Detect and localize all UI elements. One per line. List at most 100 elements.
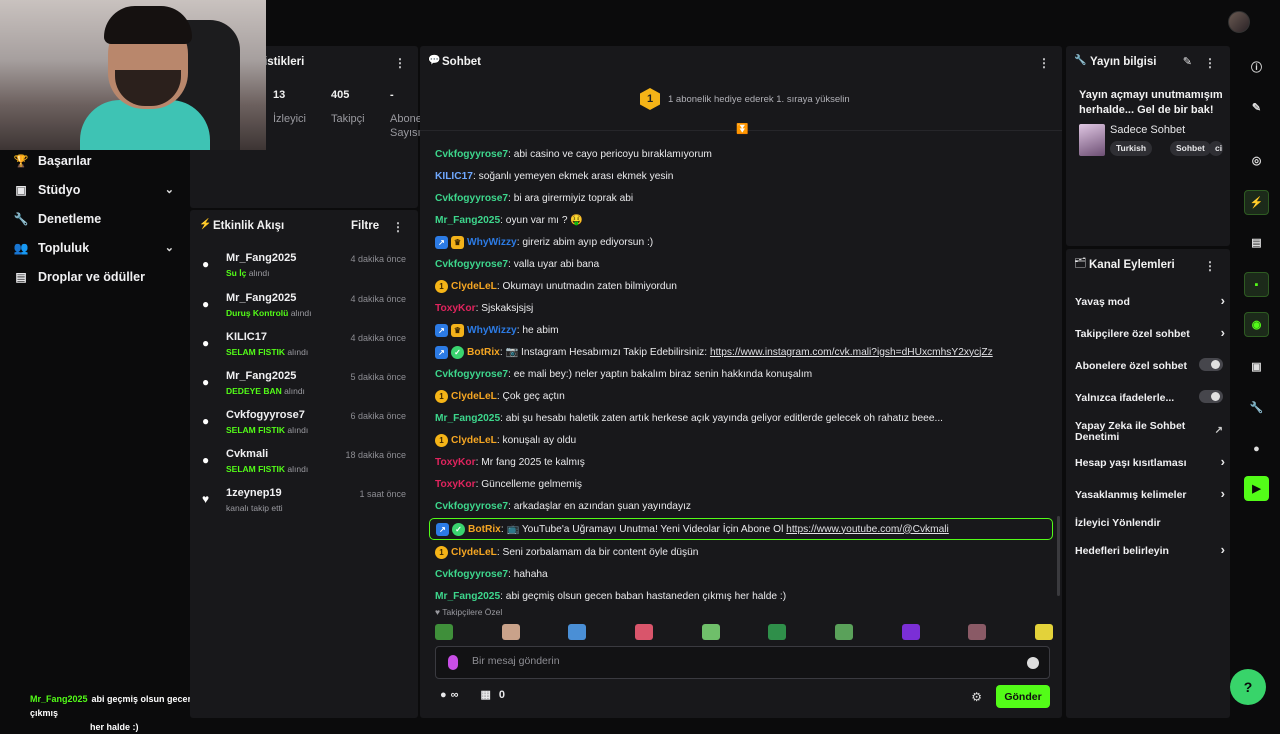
- chat-message[interactable]: ToxyKor: Sjskaksjsjsj: [435, 300, 533, 316]
- chat-username[interactable]: ClydeLeL: [451, 281, 497, 292]
- channel-actions-icon[interactable]: ▣: [1244, 354, 1269, 379]
- subscribers-only-toggle[interactable]: [1199, 358, 1223, 371]
- broadcast-icon[interactable]: ◉: [1244, 312, 1269, 337]
- chat-bubble-icon[interactable]: ▪: [1244, 272, 1269, 297]
- nav-item-community[interactable]: 👥 Topluluk ⌄: [0, 233, 188, 262]
- stream-category[interactable]: Sadece Sohbet: [1110, 124, 1185, 136]
- chat-username[interactable]: KILIC17: [435, 171, 473, 182]
- more-menu-icon[interactable]: ⋮: [1204, 259, 1216, 273]
- chat-username[interactable]: WhyWizzy: [467, 325, 517, 336]
- action-subscribers-only[interactable]: Abonelere özel sohbet: [1075, 358, 1225, 372]
- chat-message[interactable]: ↗ ♛ WhyWizzy: he abim: [435, 322, 559, 338]
- chat-message[interactable]: Cvkfogyyrose7: abi casino ve cayo perico…: [435, 146, 712, 162]
- chat-username[interactable]: BotRix: [467, 347, 500, 358]
- chat-message[interactable]: Mr_Fang2025: oyun var mı ? 🤑: [435, 212, 583, 228]
- emote-icon[interactable]: [501, 624, 520, 640]
- chat-username[interactable]: Cvkfogyyrose7: [435, 193, 508, 204]
- more-menu-icon[interactable]: ⋮: [1038, 56, 1050, 70]
- nav-item-achievements[interactable]: 🏆 Başarılar: [0, 146, 188, 175]
- chat-username[interactable]: Mr_Fang2025: [435, 215, 500, 226]
- more-menu-icon[interactable]: ⋮: [394, 56, 406, 70]
- chat-username[interactable]: Mr_Fang2025: [435, 413, 500, 424]
- chat-username[interactable]: Mr_Fang2025: [435, 591, 500, 602]
- scroll-to-bottom-icon[interactable]: ⏬: [736, 124, 748, 135]
- emote-icon[interactable]: [568, 624, 587, 640]
- chat-username[interactable]: WhyWizzy: [467, 237, 517, 248]
- chat-message[interactable]: Cvkfogyyrose7: hahaha: [435, 566, 548, 582]
- chat-message[interactable]: ToxyKor: Güncelleme gelmemiş: [435, 476, 582, 492]
- emote-icon[interactable]: [834, 624, 853, 640]
- chat-username[interactable]: BotRix: [468, 524, 501, 535]
- gear-icon[interactable]: ⚙: [971, 690, 982, 704]
- pinned-message[interactable]: 11 abonelik hediye ederek 1. sıraya yüks…: [640, 88, 850, 110]
- chat-username[interactable]: ClydeLeL: [451, 547, 497, 558]
- chat-username[interactable]: ToxyKor: [435, 457, 476, 468]
- edit-icon[interactable]: ✎: [1183, 55, 1192, 68]
- emote-icon[interactable]: [435, 624, 453, 640]
- chat-message[interactable]: 1 ClydeLeL: konuşalı ay oldu: [435, 432, 576, 448]
- microphone-icon[interactable]: [448, 655, 458, 670]
- wrench-icon[interactable]: 🔧: [1244, 395, 1269, 420]
- chat-username[interactable]: Cvkfogyyrose7: [435, 569, 508, 580]
- nav-item-studio[interactable]: ▣ Stüdyo ⌄: [0, 175, 188, 204]
- more-menu-icon[interactable]: ⋮: [1204, 56, 1216, 70]
- emote-icon[interactable]: [768, 624, 787, 640]
- nav-item-drops[interactable]: ▤ Droplar ve ödüller: [0, 262, 188, 291]
- chat-username[interactable]: ToxyKor: [435, 479, 476, 490]
- action-emotes-only[interactable]: Yalnızca ifadelerle...: [1075, 390, 1225, 404]
- emote-icon[interactable]: [1034, 624, 1053, 640]
- chat-message[interactable]: Cvkfogyyrose7: valla uyar abi bana: [435, 256, 599, 272]
- emote-icon[interactable]: [901, 624, 920, 640]
- lightning-icon[interactable]: ⚡: [1244, 190, 1269, 215]
- chat-username[interactable]: ToxyKor: [435, 303, 476, 314]
- action-account-age[interactable]: Hesap yaşı kısıtlaması ›: [1075, 455, 1225, 469]
- action-ai-moderation[interactable]: Yapay Zeka ile Sohbet Denetimi ↗: [1075, 421, 1223, 443]
- message-input[interactable]: [472, 655, 992, 667]
- chat-username[interactable]: Cvkfogyyrose7: [435, 149, 508, 160]
- action-host-viewers[interactable]: İzleyici Yönlendir: [1075, 518, 1225, 529]
- tag[interactable]: Turkish: [1110, 141, 1153, 156]
- nav-item-moderation[interactable]: 🔧 Denetleme: [0, 204, 188, 233]
- chat-message[interactable]: Cvkfogyyrose7: bi ara girermiyiz toprak …: [435, 190, 633, 206]
- chat-message[interactable]: Mr_Fang2025: abi şu hesabı haletik zaten…: [435, 410, 943, 426]
- chat-scrollbar[interactable]: [1057, 516, 1060, 596]
- chat-message[interactable]: ↗ ♛ WhyWizzy: gireriz abim ayıp ediyorsun …: [435, 234, 653, 250]
- chat-message[interactable]: Cvkfogyyrose7: ee mali bey:) neler yaptı…: [435, 366, 812, 382]
- tag[interactable]: ci: [1209, 141, 1223, 156]
- chat-message[interactable]: KILIC17: soğanlı yemeyen ekmek arası ekm…: [435, 168, 673, 184]
- clip-icon[interactable]: ▶: [1244, 476, 1269, 501]
- filter-button[interactable]: Filtre: [351, 220, 379, 232]
- community-icon[interactable]: ●: [1244, 436, 1269, 461]
- chat-message[interactable]: Mr_Fang2025: abi geçmiş olsun gecen baba…: [435, 588, 786, 604]
- action-slow-mode[interactable]: Yavaş mod ›: [1075, 294, 1225, 308]
- chat-message[interactable]: 1 ClydeLeL: Okumayı unutmadın zaten bilmi…: [435, 278, 677, 294]
- user-avatar[interactable]: [1228, 11, 1250, 33]
- action-followers-only[interactable]: Takipçilere özel sohbet ›: [1075, 326, 1225, 340]
- chat-message[interactable]: Cvkfogyyrose7: arkadaşlar en azından şua…: [435, 498, 691, 514]
- chat-username[interactable]: ClydeLeL: [451, 391, 497, 402]
- points-icon[interactable]: ●: [440, 689, 447, 701]
- chat-link[interactable]: https://www.instagram.com/cvk.mali?igsh=…: [710, 347, 993, 358]
- chat-message[interactable]: 1 ClydeLeL: Çok geç açtın: [435, 388, 565, 404]
- emote-icon[interactable]: [968, 624, 987, 640]
- send-button[interactable]: Gönder: [996, 685, 1050, 708]
- emote-icon[interactable]: [634, 624, 653, 640]
- info-icon[interactable]: ⓘ: [1244, 54, 1269, 79]
- document-icon[interactable]: ▤: [1244, 230, 1269, 255]
- message-input-box[interactable]: [435, 646, 1050, 679]
- emotes-only-toggle[interactable]: [1199, 390, 1223, 403]
- chat-message[interactable]: ↗ ✓ BotRix: 📺 YouTube'a Uğramayı Unutma! Y…: [429, 518, 1053, 540]
- more-menu-icon[interactable]: ⋮: [392, 220, 404, 234]
- emoji-icon[interactable]: [1027, 657, 1039, 669]
- chat-link[interactable]: https://www.youtube.com/@Cvkmali: [786, 524, 949, 535]
- store-icon[interactable]: ▦: [481, 688, 491, 701]
- camera-icon[interactable]: ◎: [1244, 148, 1269, 173]
- chat-message[interactable]: 1 ClydeLeL: Seni zorbalamam da bir conten…: [435, 544, 698, 560]
- help-button[interactable]: ?: [1230, 669, 1266, 705]
- chat-username[interactable]: Cvkfogyyrose7: [435, 259, 508, 270]
- emote-icon[interactable]: [701, 624, 720, 640]
- pencil-icon[interactable]: ✎: [1244, 95, 1269, 120]
- action-banned-words[interactable]: Yasaklanmış kelimeler ›: [1075, 487, 1225, 501]
- chat-message[interactable]: ↗ ✓ BotRix: 📷 Instagram Hesabımızı Takip E…: [435, 344, 993, 360]
- chat-message[interactable]: ToxyKor: Mr fang 2025 te kalmış: [435, 454, 585, 470]
